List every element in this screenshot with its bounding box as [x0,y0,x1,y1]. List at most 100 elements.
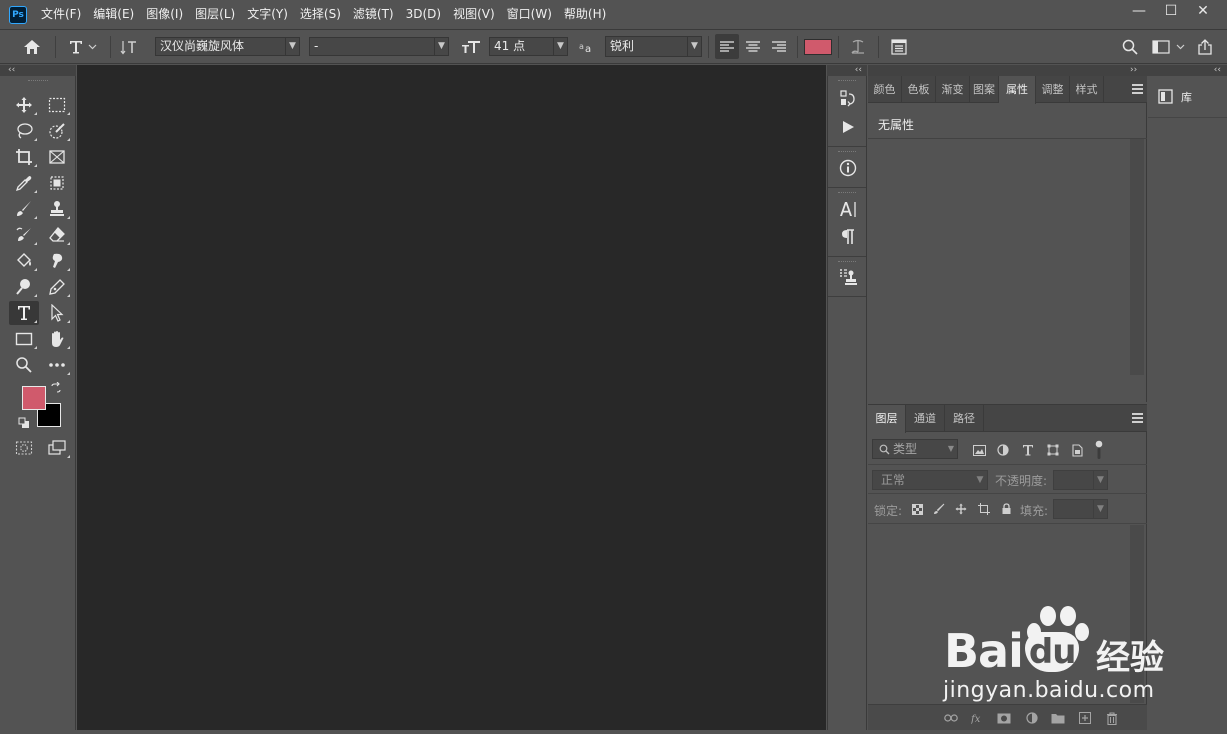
font-family-select[interactable]: 汉仪尚巍旋风体 ▼ [155,37,300,56]
layers-panel-menu-button[interactable] [1132,413,1143,425]
menu-view[interactable]: 视图(V) [447,0,501,29]
layer-filter-select[interactable]: 类型 ▼ [872,439,958,459]
close-button[interactable]: ✕ [1187,0,1219,22]
menu-3d[interactable]: 3D(D) [400,0,447,29]
frame-tool[interactable] [42,145,72,169]
filter-type-button[interactable] [1019,441,1037,459]
tab-adjustments[interactable]: 调整 [1036,76,1070,103]
new-group-button[interactable] [1050,710,1066,726]
character-panel-toggle[interactable] [885,30,913,63]
dock-grip[interactable] [838,261,856,263]
lock-transparent-pixels-button[interactable] [908,500,926,518]
lasso-tool[interactable] [9,119,39,143]
history-brush-tool[interactable] [9,223,39,247]
toolbar-grip[interactable] [28,80,48,82]
anti-alias-select[interactable]: 锐利 ▼ [605,36,702,57]
swap-colors-button[interactable] [48,381,64,395]
text-color-swatch[interactable] [804,39,832,55]
marquee-tool[interactable] [42,93,72,117]
paragraph-panel-button[interactable] [836,225,860,249]
add-mask-button[interactable] [996,710,1012,726]
dodge-tool[interactable] [9,275,39,299]
menu-type[interactable]: 文字(Y) [241,0,294,29]
font-size-select[interactable]: 41 点 ▼ [489,37,568,56]
delete-layer-button[interactable] [1104,710,1120,726]
lock-image-pixels-button[interactable] [930,500,948,518]
zoom-tool[interactable] [9,353,39,377]
crop-tool[interactable] [9,145,39,169]
collapse-right-button[interactable]: ›› [1130,65,1137,76]
text-orientation-button[interactable] [115,30,143,63]
quick-selection-tool[interactable] [42,119,72,143]
move-tool[interactable] [9,93,39,117]
opacity-input[interactable]: ▼ [1053,470,1108,490]
object-selection-tool[interactable] [42,171,72,195]
align-left-button[interactable] [715,34,739,59]
fill-input[interactable]: ▼ [1053,499,1108,519]
properties-panel-menu-button[interactable] [1132,84,1143,96]
filter-shape-button[interactable] [1044,441,1062,459]
search-button[interactable] [1118,30,1142,63]
history-panel-button[interactable] [836,86,860,110]
brush-tool[interactable] [9,197,39,221]
font-style-select[interactable]: - ▼ [309,37,449,56]
filter-pixel-button[interactable] [970,441,988,459]
menu-image[interactable]: 图像(I) [140,0,189,29]
new-adjustment-layer-button[interactable] [1024,710,1040,726]
lock-position-button[interactable] [952,500,970,518]
default-colors-button[interactable] [16,415,32,431]
libraries-panel-button[interactable]: 库 [1148,76,1227,118]
hand-tool[interactable] [42,327,72,351]
tab-layers[interactable]: 图层 [868,405,906,433]
tab-paths[interactable]: 路径 [945,405,984,432]
lock-all-button[interactable] [997,500,1015,518]
tab-patterns[interactable]: 图案 [970,76,999,103]
menu-help[interactable]: 帮助(H) [558,0,612,29]
eraser-tool[interactable] [42,223,72,247]
blend-mode-select[interactable]: 正常 ▼ [872,470,988,490]
layer-style-button[interactable]: fx [970,710,986,726]
character-panel-button[interactable] [836,197,860,221]
glyphs-panel-button[interactable] [836,265,860,289]
tab-channels[interactable]: 通道 [906,405,945,432]
path-selection-tool[interactable] [42,301,72,325]
dock-grip[interactable] [838,80,856,82]
tab-gradients[interactable]: 渐变 [936,76,970,103]
lock-artboard-button[interactable] [975,500,993,518]
minimize-button[interactable]: — [1123,0,1155,22]
foreground-color-swatch[interactable] [22,386,46,410]
paint-bucket-tool[interactable] [9,249,39,273]
menu-file[interactable]: 文件(F) [35,0,87,29]
clone-stamp-tool[interactable] [42,197,72,221]
quick-mask-button[interactable] [9,436,39,460]
align-center-button[interactable] [741,30,765,63]
align-right-button[interactable] [767,30,791,63]
warp-text-button[interactable] [845,30,871,63]
tab-properties[interactable]: 属性 [999,76,1036,104]
filter-smart-object-button[interactable] [1068,441,1086,459]
tab-swatches[interactable]: 色板 [902,76,936,103]
tab-color[interactable]: 颜色 [868,76,902,103]
info-panel-button[interactable] [836,156,860,180]
tab-styles[interactable]: 样式 [1070,76,1104,103]
pen-tool[interactable] [42,275,72,299]
actions-panel-button[interactable] [836,115,860,139]
eyedropper-tool[interactable] [9,171,39,195]
menu-window[interactable]: 窗口(W) [501,0,558,29]
dock-grip[interactable] [838,151,856,153]
properties-scrollbar[interactable] [1130,139,1144,375]
rectangle-tool[interactable] [9,327,39,351]
toolbar-collapse-button[interactable]: ‹‹ [0,65,76,76]
share-button[interactable] [1193,30,1217,63]
maximize-button[interactable]: ☐ [1155,0,1187,22]
collapse-library-button[interactable]: ‹‹ [1214,65,1221,76]
tool-preset-picker[interactable] [62,30,102,63]
home-button[interactable] [18,30,46,63]
smudge-tool[interactable] [42,249,72,273]
menu-select[interactable]: 选择(S) [294,0,347,29]
edit-toolbar-button[interactable] [42,353,72,377]
workspace-switcher[interactable] [1148,30,1188,63]
new-layer-button[interactable] [1077,710,1093,726]
menu-layer[interactable]: 图层(L) [189,0,241,29]
document-canvas-area[interactable] [77,65,826,730]
